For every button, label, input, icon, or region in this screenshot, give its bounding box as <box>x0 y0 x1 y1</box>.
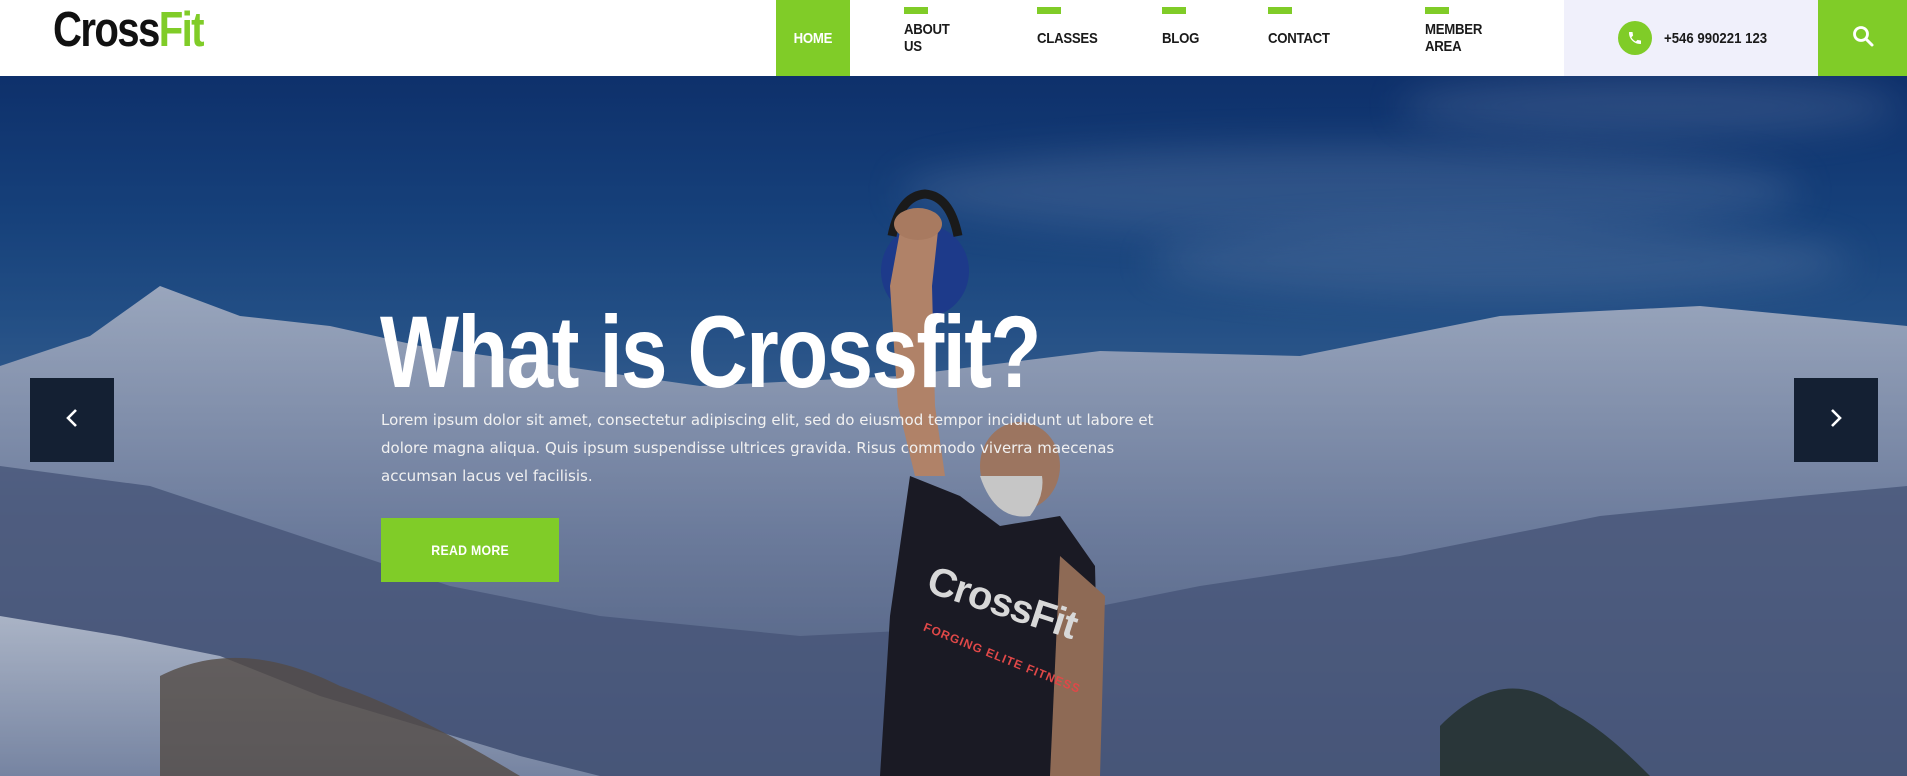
nav-blog[interactable]: BLOG <box>1162 0 1200 76</box>
nav-home-label: HOME <box>793 29 833 47</box>
nav-classes-label: CLASSES <box>1037 29 1098 47</box>
phone-number: +546 990221 123 <box>1664 29 1768 47</box>
search-icon <box>1851 24 1875 53</box>
nav-indicator <box>904 7 928 14</box>
hero-slider: CrossFit FORGING ELITE FITNESS What is C… <box>0 76 1907 776</box>
chevron-right-icon <box>1828 407 1844 434</box>
site-header: Cross Fit HOME ABOUT US CLASSES BLOG CONT… <box>0 0 1907 76</box>
nav-about-us[interactable]: ABOUT US <box>904 0 966 76</box>
logo[interactable]: Cross Fit <box>53 2 205 58</box>
nav-indicator <box>1425 7 1449 14</box>
nav-classes[interactable]: CLASSES <box>1037 0 1098 76</box>
nav-indicator <box>1037 7 1061 14</box>
nav-member-area-label: MEMBER AREA <box>1425 21 1483 55</box>
read-more-button[interactable]: READ MORE <box>381 518 559 582</box>
nav-contact-label: CONTACT <box>1268 29 1330 47</box>
hero-title: What is Crossfit? <box>380 295 1042 409</box>
slider-prev-button[interactable] <box>30 378 114 462</box>
logo-text-primary: Cross <box>53 3 160 57</box>
phone-contact[interactable]: +546 990221 123 <box>1564 0 1818 76</box>
nav-indicator <box>1162 7 1186 14</box>
chevron-left-icon <box>64 407 80 434</box>
slider-next-button[interactable] <box>1794 378 1878 462</box>
nav-home[interactable]: HOME <box>776 0 850 76</box>
read-more-label: READ MORE <box>431 542 509 558</box>
search-button[interactable] <box>1818 0 1907 76</box>
phone-icon <box>1618 21 1652 55</box>
nav-blog-label: BLOG <box>1162 29 1200 47</box>
hero-description: Lorem ipsum dolor sit amet, consectetur … <box>381 411 1154 485</box>
nav-member-area[interactable]: MEMBER AREA <box>1425 0 1519 76</box>
nav-contact[interactable]: CONTACT <box>1268 0 1330 76</box>
nav-indicator <box>1268 7 1292 14</box>
logo-text-accent: Fit <box>158 3 205 57</box>
nav-about-us-label: ABOUT US <box>904 21 950 55</box>
